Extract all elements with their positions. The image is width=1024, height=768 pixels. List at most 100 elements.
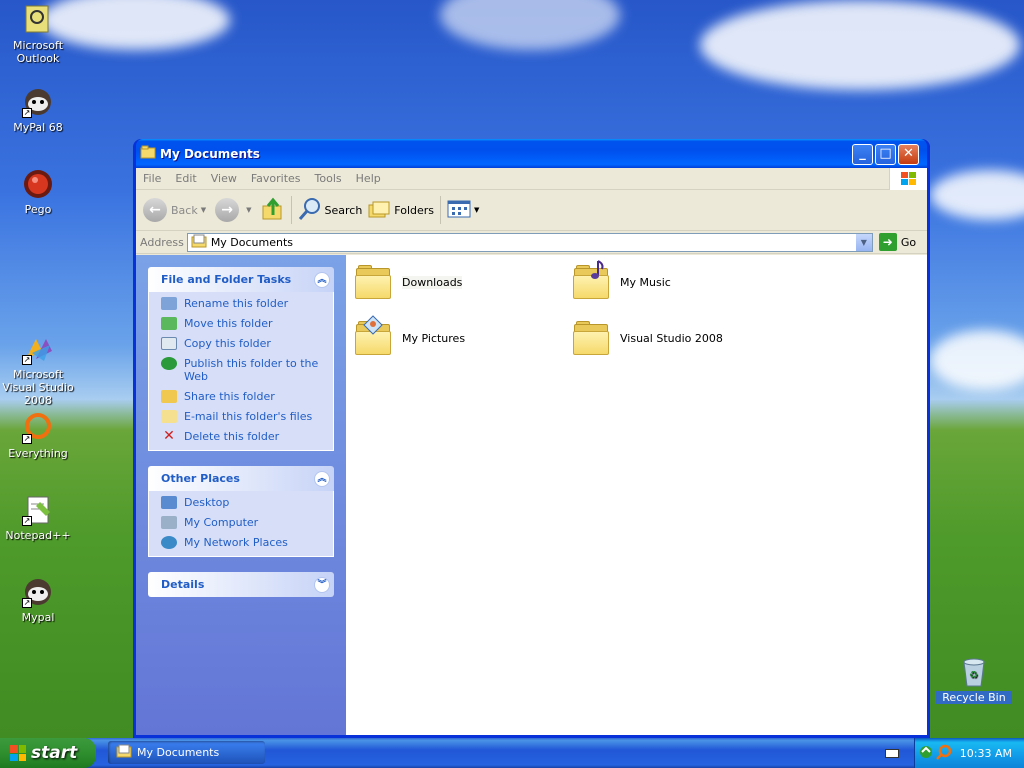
desktop-icon-label: MyPal 68 xyxy=(13,121,63,134)
visual-studio-icon: ↗ xyxy=(22,333,54,365)
menu-edit[interactable]: Edit xyxy=(168,172,203,185)
pictures-folder-icon xyxy=(354,315,392,355)
svg-text:♻: ♻ xyxy=(969,670,978,681)
task-share-folder[interactable]: Share this folder xyxy=(161,390,327,403)
task-delete-folder[interactable]: ✕ Delete this folder xyxy=(161,428,327,444)
task-rename-folder[interactable]: Rename this folder xyxy=(161,297,327,310)
chevron-down-icon[interactable]: ▼ xyxy=(246,206,251,214)
forward-arrow-icon: → xyxy=(215,198,240,222)
menu-tools[interactable]: Tools xyxy=(308,172,349,185)
tray-app-icon[interactable] xyxy=(919,745,933,762)
folder-item-my-pictures[interactable]: My Pictures xyxy=(354,315,465,355)
go-button[interactable]: ➜ Go xyxy=(878,233,917,251)
folder-label: Visual Studio 2008 xyxy=(620,331,723,345)
chevron-down-icon[interactable]: ︾ xyxy=(314,576,330,593)
delete-icon: ✕ xyxy=(163,428,175,444)
chevron-up-icon[interactable]: ︽ xyxy=(314,271,330,288)
place-my-network[interactable]: My Network Places xyxy=(161,536,327,549)
search-button[interactable]: Search xyxy=(295,192,366,228)
task-copy-folder[interactable]: Copy this folder xyxy=(161,337,327,350)
everything-tray-icon[interactable] xyxy=(935,744,952,763)
desktop-icon-label: Pego xyxy=(24,203,52,216)
back-button[interactable]: ← Back ▼ xyxy=(140,192,212,228)
forward-button[interactable]: → ▼ xyxy=(212,192,257,228)
menu-favorites[interactable]: Favorites xyxy=(244,172,308,185)
folder-icon xyxy=(140,144,156,163)
music-folder-icon xyxy=(572,260,610,299)
desktop-icon-pego[interactable]: Pego xyxy=(0,168,76,216)
folder-label: Downloads xyxy=(402,275,463,289)
taskbar-task-my-documents[interactable]: My Documents xyxy=(108,741,265,764)
start-button[interactable]: start xyxy=(0,738,96,768)
desktop-icon-recycle-bin[interactable]: ♻ Recycle Bin xyxy=(936,656,1012,704)
shortcut-arrow-icon: ↗ xyxy=(22,434,32,444)
place-desktop[interactable]: Desktop xyxy=(161,496,327,509)
window-title: My Documents xyxy=(160,146,260,161)
move-icon xyxy=(161,317,177,330)
address-value: My Documents xyxy=(210,235,294,249)
toolbar-separator xyxy=(440,196,442,224)
maximize-button[interactable]: □ xyxy=(875,144,896,165)
folder-item-my-music[interactable]: My Music xyxy=(572,260,671,299)
minimize-button[interactable]: _ xyxy=(852,144,873,165)
outlook-icon xyxy=(22,4,54,36)
desktop-icon-label: Microsoft Visual Studio 2008 xyxy=(2,368,74,407)
chevron-down-icon[interactable]: ▼ xyxy=(854,233,872,251)
shortcut-arrow-icon: ↗ xyxy=(22,516,32,526)
desktop-icon xyxy=(161,496,177,509)
desktop-icon-label: Microsoft Outlook xyxy=(12,39,64,65)
menu-help[interactable]: Help xyxy=(349,172,388,185)
folders-label: Folders xyxy=(394,203,435,217)
desktop-icon-visual-studio[interactable]: ↗ Microsoft Visual Studio 2008 xyxy=(0,333,76,407)
desktop-icon-everything[interactable]: ↗ Everything xyxy=(0,412,76,460)
notepad-plus-plus-icon: ↗ xyxy=(22,494,54,526)
desktop-icon-notepadpp[interactable]: ↗ Notepad++ xyxy=(0,494,76,542)
task-email-files[interactable]: E-mail this folder's files xyxy=(161,410,327,423)
desktop-icon-label: Recycle Bin xyxy=(936,691,1012,704)
desktop-icon-outlook[interactable]: Microsoft Outlook xyxy=(0,4,76,65)
task-publish-folder[interactable]: Publish this folder to the Web xyxy=(161,357,327,383)
chevron-up-icon[interactable]: ︽ xyxy=(314,470,330,487)
folder-content: Downloads My Music My Pictures Visual St… xyxy=(346,255,927,735)
title-bar[interactable]: My Documents _ □ ✕ xyxy=(136,139,927,168)
mypal-icon: ↗ xyxy=(22,86,54,118)
task-label: Rename this folder xyxy=(184,297,289,310)
chevron-down-icon[interactable]: ▼ xyxy=(474,206,479,214)
panel-title: Other Places xyxy=(161,472,240,485)
taskbar: start My Documents 10:33 AM xyxy=(0,738,1024,768)
folder-icon xyxy=(354,265,392,299)
folder-icon xyxy=(572,321,610,355)
panel-body: Rename this folder Move this folder Copy… xyxy=(148,292,334,451)
explorer-window: My Documents _ □ ✕ File Edit View Favori… xyxy=(133,139,930,738)
chevron-down-icon[interactable]: ▼ xyxy=(201,206,206,214)
views-button[interactable]: ▼ xyxy=(444,192,485,228)
menu-file[interactable]: File xyxy=(136,172,168,185)
clock[interactable]: 10:33 AM xyxy=(960,747,1012,760)
place-my-computer[interactable]: My Computer xyxy=(161,516,327,529)
details-header[interactable]: Details ︾ xyxy=(148,572,334,597)
other-places-header[interactable]: Other Places ︽ xyxy=(148,466,334,491)
desktop-icon-label: Notepad++ xyxy=(5,529,71,542)
close-button[interactable]: ✕ xyxy=(898,144,919,165)
start-label: start xyxy=(31,743,78,763)
desktop-icon-mypal[interactable]: ↗ Mypal xyxy=(0,576,76,624)
task-label: Copy this folder xyxy=(184,337,271,350)
folder-item-visual-studio[interactable]: Visual Studio 2008 xyxy=(572,321,723,355)
menu-view[interactable]: View xyxy=(204,172,244,185)
file-folder-tasks-header[interactable]: File and Folder Tasks ︽ xyxy=(148,267,334,292)
folders-button[interactable]: Folders xyxy=(365,192,437,228)
go-label: Go xyxy=(900,235,917,249)
address-field[interactable]: My Documents ▼ xyxy=(186,232,873,252)
task-label: Share this folder xyxy=(184,390,275,403)
desktop-icon-mypal68[interactable]: ↗ MyPal 68 xyxy=(0,86,76,134)
folder-item-downloads[interactable]: Downloads xyxy=(354,265,463,299)
task-move-folder[interactable]: Move this folder xyxy=(161,317,327,330)
keyboard-icon[interactable] xyxy=(885,749,899,758)
up-button[interactable] xyxy=(258,192,288,228)
task-label: Publish this folder to the Web xyxy=(184,357,319,383)
place-label: My Network Places xyxy=(184,536,288,549)
everything-icon: ↗ xyxy=(22,412,54,444)
system-tray: 10:33 AM xyxy=(914,738,1024,768)
email-icon xyxy=(161,410,177,423)
panel-title: File and Folder Tasks xyxy=(161,273,292,286)
